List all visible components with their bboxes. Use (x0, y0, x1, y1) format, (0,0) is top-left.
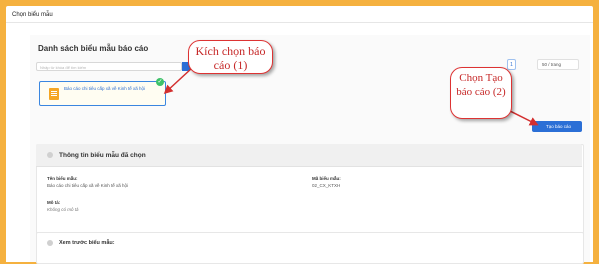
list-title: Danh sách biểu mẫu báo cáo (38, 44, 149, 53)
form-name-label: Tên biểu mẫu: (47, 176, 78, 181)
search-input[interactable]: Nhập từ khóa để tìm kiếm (36, 62, 182, 71)
callout-step-2: Chọn Tạo báo cáo (2) (450, 67, 512, 119)
report-card[interactable]: Báo cáo chi tiêu cấp xã về Kinh tế xã hộ… (39, 78, 166, 106)
preview-label: Xem trước biểu mẫu: (59, 240, 115, 246)
form-desc-label: Mô tả: (47, 200, 61, 205)
report-card-label: Báo cáo chi tiêu cấp xã về Kinh tế xã hộ… (64, 86, 146, 91)
form-code-value: 02_CX_KTXH (312, 183, 341, 188)
document-icon (49, 88, 59, 100)
check-icon: ✓ (156, 78, 164, 86)
selected-form-title: Thông tin biểu mẫu đã chọn (59, 152, 146, 159)
form-desc-value: Không có mô tả (47, 207, 79, 212)
preview-dot-icon (47, 240, 53, 246)
create-report-label: Tạo báo cáo (546, 124, 572, 129)
title-divider (6, 22, 593, 23)
form-code-label: Mã biểu mẫu: (312, 176, 341, 181)
window-title: Chọn biểu mẫu (12, 12, 53, 18)
page-size-select[interactable]: 50 / trang (537, 59, 579, 70)
pagination-current-page[interactable]: 1 (507, 59, 516, 70)
callout-step-1: Kích chọn báo cáo (1) (188, 40, 273, 74)
create-report-button[interactable]: Tạo báo cáo (532, 121, 582, 132)
form-name-value: Báo cáo chi tiêu cấp xã về Kinh tế xã hộ… (47, 183, 129, 188)
section-dot-icon (47, 152, 53, 158)
preview-panel (36, 232, 584, 264)
